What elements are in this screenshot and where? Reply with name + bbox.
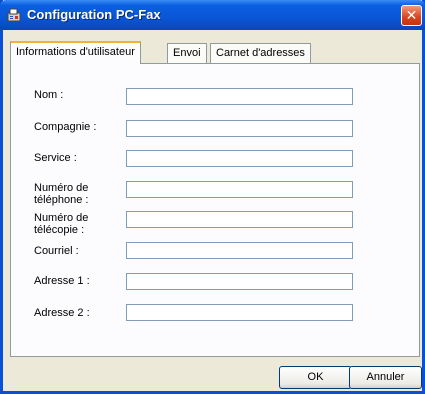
company-label: Compagnie : (34, 121, 97, 133)
tab-envoi[interactable]: Envoi (167, 43, 207, 63)
ok-button[interactable]: OK (279, 366, 352, 389)
tab-user-info[interactable]: Informations d'utilisateur (10, 41, 141, 64)
address2-field[interactable] (126, 304, 353, 321)
tab-address-book[interactable]: Carnet d'adresses (210, 43, 311, 63)
company-field[interactable] (126, 120, 353, 137)
service-field[interactable] (126, 150, 353, 167)
title-bar[interactable]: Configuration PC-Fax ✕ (0, 0, 425, 30)
address1-label: Adresse 1 : (34, 275, 90, 287)
address2-label: Adresse 2 : (34, 307, 90, 319)
pc-fax-config-dialog: Configuration PC-Fax ✕ Informations d'ut… (0, 0, 425, 394)
email-field[interactable] (126, 242, 353, 259)
fax-number-label: Numéro de télécopie : (34, 212, 89, 236)
address1-field[interactable] (126, 273, 353, 290)
email-label: Courriel : (34, 245, 79, 257)
window-title: Configuration PC-Fax (27, 7, 161, 22)
name-label: Nom : (34, 89, 64, 101)
user-info-panel: Nom : Compagnie : Service : Numéro de té… (10, 63, 420, 357)
name-field[interactable] (126, 88, 353, 105)
phone-field[interactable] (126, 181, 353, 198)
phone-label: Numéro de téléphone : (34, 182, 89, 206)
close-button[interactable]: ✕ (401, 5, 422, 26)
service-label: Service : (34, 152, 77, 164)
close-icon: ✕ (405, 7, 418, 23)
cancel-button[interactable]: Annuler (349, 366, 422, 389)
fax-number-field[interactable] (126, 211, 353, 228)
fax-app-icon (7, 8, 21, 22)
